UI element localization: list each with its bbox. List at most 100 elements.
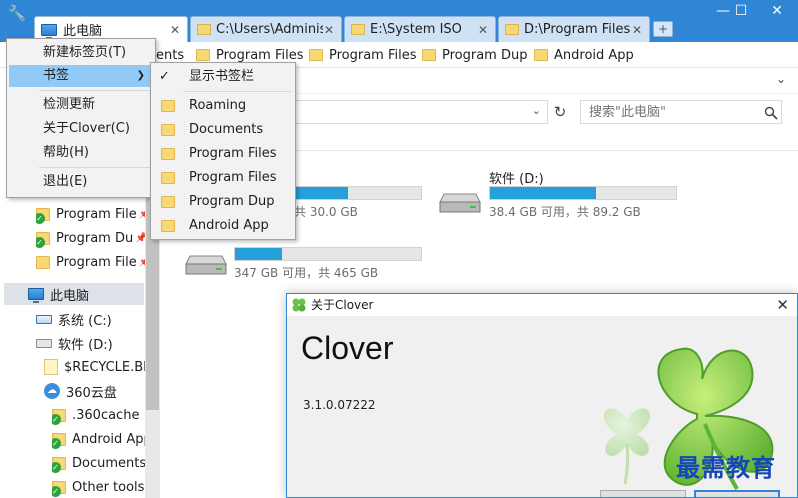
tab-label: E:\System ISO [370,22,462,37]
bookmark-label: Program Files [329,47,417,63]
submenu-bookmark[interactable]: Program Dup [153,191,293,213]
bookmark-item[interactable]: Android App [534,46,634,64]
bookmark-label: Program Files [216,47,304,63]
submenu-bookmark[interactable]: Android App [153,215,293,237]
nav-360-cloud[interactable]: ☁ 360云盘 [44,380,117,402]
chevron-right-icon: ❯ [136,70,145,81]
folder-icon [351,24,365,35]
new-tab-button[interactable]: + [653,21,673,37]
submenu-bookmark[interactable]: Program Files [153,143,293,165]
folder-icon [161,124,175,136]
nav-item-label: $RECYCLE.BIN [64,359,145,375]
nav-folder[interactable]: Documents [52,452,145,474]
dialog-secondary-button[interactable] [600,490,686,497]
drive-icon [36,338,52,348]
menu-item-label: Android App [189,218,269,233]
wrench-icon[interactable]: 🔧 [4,0,30,26]
chevron-down-icon[interactable]: ⌄ [532,104,541,117]
menu-item-bookmarks[interactable]: 书签 ❯ [9,65,153,87]
menu-item-label: Program Dup [189,194,275,209]
close-window-button[interactable]: ✕ [762,0,792,22]
nav-folder[interactable]: Android App [52,428,145,450]
folder-icon [161,100,175,112]
menu-item-help[interactable]: 帮助(H) [9,142,153,164]
clover-icon [292,298,306,312]
tab-program-files[interactable]: D:\Program Files ✕ [498,16,650,42]
bookmarks-submenu: ✓ 显示书签栏 Roaming Documents Program Files … [150,62,296,240]
nav-recycle-bin[interactable]: $RECYCLE.BIN [44,356,145,378]
search-icon[interactable] [764,106,778,120]
menu-item-exit[interactable]: 退出(E) [9,171,153,193]
main-menu: 新建标签页(T) 书签 ❯ 检测更新 关于Clover(C) 帮助(H) 退出(… [6,38,156,198]
menu-item-about[interactable]: 关于Clover(C) [9,118,153,140]
nav-folder[interactable]: .360cache [52,404,139,426]
computer-icon [41,23,57,39]
bookmark-label: Program Dup [442,47,528,63]
menu-item-label: Documents [189,122,264,137]
menu-item-new-tab[interactable]: 新建标签页(T) [9,42,153,64]
folder-icon [161,148,175,160]
nav-item-label: .360cache [72,407,140,423]
close-icon[interactable]: ✕ [776,294,789,316]
nav-drive-d[interactable]: 软件 (D:) [36,332,113,354]
tab-close-icon[interactable]: ✕ [631,23,643,37]
menu-item-label: 显示书签栏 [189,69,255,84]
folder-icon [36,255,50,269]
bookmark-item[interactable]: Program Dup [422,46,527,64]
tab-label: D:\Program Files [524,22,631,37]
tab-close-icon[interactable]: ✕ [477,23,489,37]
menu-separator [39,90,151,91]
nav-item-label: Other tools [72,479,145,495]
menu-item-check-update[interactable]: 检测更新 [9,94,153,116]
nav-folder[interactable]: Other tools [52,476,144,498]
dialog-ok-button[interactable] [694,490,780,497]
nav-item-label: 系统 (C:) [58,313,112,329]
menu-item-label: 书签 [43,68,70,83]
bookmark-item[interactable]: Program Files [309,46,417,64]
submenu-bookmark[interactable]: Documents [153,119,293,141]
pin-icon: 📌 [135,232,145,244]
nav-item-label: Program File [56,254,137,270]
drive-usage-fill [490,187,597,199]
nav-drive-c[interactable]: 系统 (C:) [36,308,112,330]
folder-icon [197,24,211,35]
search-input[interactable] [580,100,782,124]
folder-icon [422,49,436,61]
drive-icon [36,314,52,324]
app-name: Clover [301,330,394,366]
folder-icon [196,49,210,61]
nav-quick-item[interactable]: Program File 📌 [36,203,145,225]
folder-icon [36,207,50,224]
dialog-title-bar[interactable]: 关于Clover ✕ [287,294,797,316]
nav-this-pc[interactable]: 此电脑 [4,283,144,305]
drive-usage-fill [235,248,282,260]
nav-quick-item[interactable]: Program File 📌 [36,251,145,273]
recycle-bin-icon [44,359,58,375]
drive-name[interactable]: 软件 (D:) [489,168,544,187]
nav-item-label: 软件 (D:) [58,337,113,353]
nav-quick-item[interactable]: Program Du 📌 [36,227,145,249]
tab-close-icon[interactable]: ✕ [169,23,181,37]
folder-icon [52,480,66,497]
submenu-bookmark[interactable]: Program Files [153,167,293,189]
watermark-text: 最需教育 [676,453,776,482]
menu-item-show-bookmark-bar[interactable]: ✓ 显示书签栏 [153,66,293,88]
hard-drive-icon[interactable] [184,254,228,276]
cloud-icon: ☁ [44,383,60,399]
submenu-bookmark[interactable]: Roaming [153,95,293,117]
tab-users[interactable]: C:\Users\Administ ✕ [190,16,342,42]
nav-item-label: Program Du [56,230,134,246]
menu-separator [183,91,291,92]
drive-usage-bar [234,247,422,261]
tab-close-icon[interactable]: ✕ [323,23,335,37]
bookmark-label: ents [156,47,185,63]
refresh-icon[interactable]: ↻ [550,100,570,124]
menu-item-label: Program Files [189,170,277,185]
tab-system-iso[interactable]: E:\System ISO ✕ [344,16,496,42]
maximize-button[interactable]: ☐ [726,0,756,22]
title-bar: 🔧 此电脑 ✕ C:\Users\Administ ✕ E:\System IS… [0,0,798,42]
menu-item-label: Program Files [189,146,277,161]
folder-icon [309,49,323,61]
hard-drive-icon[interactable] [438,192,482,214]
chevron-down-icon[interactable]: ⌄ [776,72,786,86]
